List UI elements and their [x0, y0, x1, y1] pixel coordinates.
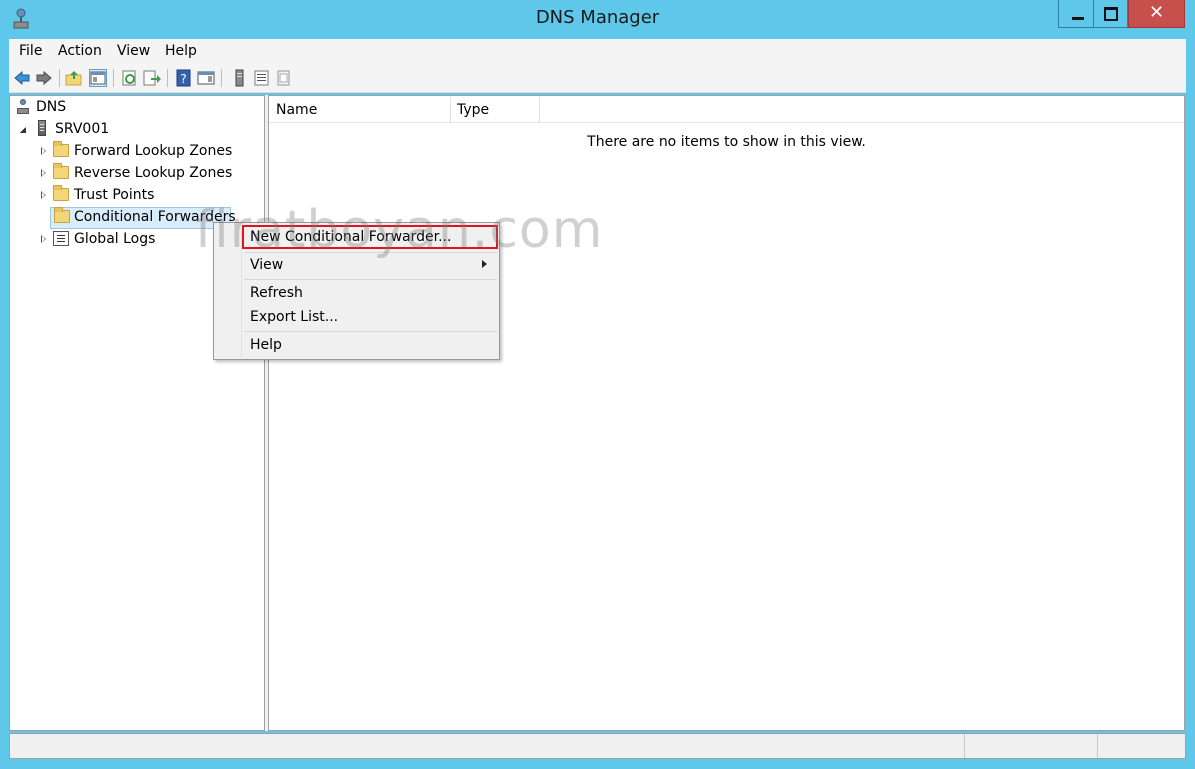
event-log-icon [53, 231, 69, 246]
server-icon[interactable] [231, 69, 249, 87]
toolbar-separator [167, 69, 168, 87]
dns-icon [16, 99, 30, 115]
tree-label: DNS [36, 99, 67, 115]
window-title: DNS Manager [535, 7, 660, 28]
expand-icon[interactable] [41, 235, 46, 243]
toolbar-separator [59, 69, 60, 87]
menu-item-view[interactable]: View [250, 257, 283, 279]
menu-action[interactable]: Action [58, 43, 102, 59]
tree-label: Forward Lookup Zones [74, 143, 233, 159]
properties-icon[interactable] [275, 69, 293, 87]
toolbar-separator [113, 69, 114, 87]
menu-item-refresh[interactable]: Refresh [250, 285, 303, 307]
toolbar: ? [9, 63, 1186, 93]
results-pane[interactable]: Name Type There are no items to show in … [268, 95, 1185, 731]
console-tree[interactable]: DNS SRV001 Forward Lookup Zones Reverse … [9, 95, 265, 731]
dns-manager-window: DNS Manager ✕ File Action View Help ? DN… [0, 0, 1195, 769]
tree-item-conditional-forwarders[interactable]: Conditional Forwarders [50, 207, 236, 229]
status-bar [9, 733, 1186, 759]
refresh-icon[interactable] [121, 69, 139, 87]
tree-label: Conditional Forwarders [74, 209, 236, 225]
svg-text:?: ? [180, 72, 186, 86]
tree-label: Reverse Lookup Zones [74, 165, 233, 181]
help-icon[interactable]: ? [175, 69, 193, 87]
menu-separator [244, 279, 497, 280]
expand-icon[interactable] [41, 191, 46, 199]
folder-icon [54, 207, 70, 223]
status-separator [1097, 734, 1098, 758]
column-header-name[interactable]: Name [270, 97, 451, 122]
tree-item-forward-lookup-zones[interactable]: Forward Lookup Zones [16, 141, 256, 162]
tree-item-trust-points[interactable]: Trust Points [16, 185, 256, 206]
show-hide-console-tree-icon[interactable] [89, 69, 107, 87]
collapse-icon[interactable] [20, 127, 26, 133]
back-icon[interactable] [13, 69, 31, 87]
header-divider [269, 122, 1184, 123]
maximize-button[interactable] [1093, 0, 1128, 28]
empty-view-message: There are no items to show in this view. [587, 134, 866, 150]
tree-label: Trust Points [74, 187, 155, 203]
export-list-icon[interactable] [143, 69, 161, 87]
tree-item-server[interactable]: SRV001 [16, 120, 176, 140]
folder-icon [53, 163, 69, 179]
menu-item-export-list[interactable]: Export List... [250, 309, 338, 331]
menu-bar: File Action View Help [9, 39, 1186, 63]
menu-separator [244, 252, 497, 253]
tree-label: Global Logs [74, 231, 156, 247]
up-folder-icon[interactable] [65, 69, 83, 87]
tree-label: SRV001 [55, 121, 110, 137]
toolbar-separator [221, 69, 222, 87]
list-icon[interactable] [253, 69, 271, 87]
submenu-arrow-icon [482, 260, 487, 268]
folder-icon [53, 141, 69, 157]
tree-item-reverse-lookup-zones[interactable]: Reverse Lookup Zones [16, 163, 256, 184]
minimize-button[interactable] [1058, 0, 1094, 28]
expand-icon[interactable] [41, 147, 46, 155]
expand-icon[interactable] [41, 169, 46, 177]
menu-help[interactable]: Help [165, 43, 197, 59]
forward-icon[interactable] [35, 69, 53, 87]
status-separator [964, 734, 965, 758]
menu-file[interactable]: File [19, 43, 42, 59]
menu-view[interactable]: View [117, 43, 150, 59]
menu-item-help[interactable]: Help [250, 337, 282, 359]
menu-separator [244, 331, 497, 332]
title-bar[interactable]: DNS Manager ✕ [0, 0, 1195, 38]
folder-icon [53, 185, 69, 201]
close-button[interactable]: ✕ [1128, 0, 1185, 28]
server-icon [38, 120, 46, 136]
show-hide-action-pane-icon[interactable] [197, 69, 215, 87]
column-header-type[interactable]: Type [451, 97, 540, 122]
tree-item-dns[interactable]: DNS [16, 98, 136, 118]
context-menu: New Conditional Forwarder... View Refres… [213, 222, 500, 360]
highlight-box [242, 225, 498, 249]
